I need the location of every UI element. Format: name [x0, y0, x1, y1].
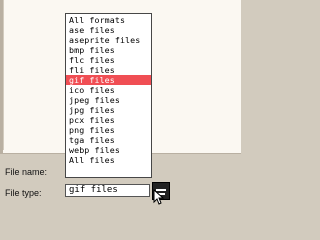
- option-bmp-files[interactable]: bmp files: [66, 45, 151, 55]
- option-gif-files[interactable]: gif files: [66, 75, 151, 85]
- option-fli-files[interactable]: fli files: [66, 65, 151, 75]
- file-type-value[interactable]: gif files: [65, 184, 150, 197]
- option-png-files[interactable]: png files: [66, 125, 151, 135]
- option-jpg-files[interactable]: jpg files: [66, 105, 151, 115]
- file-type-value-text: gif files: [69, 185, 118, 195]
- option-all-formats[interactable]: All formats: [66, 15, 151, 25]
- option-flc-files[interactable]: flc files: [66, 55, 151, 65]
- option-all-files[interactable]: All files: [66, 155, 151, 165]
- option-pcx-files[interactable]: pcx files: [66, 115, 151, 125]
- file-name-label: File name:: [5, 167, 48, 177]
- file-type-dropdown[interactable]: All formats ase files aseprite files bmp…: [65, 13, 152, 178]
- option-ico-files[interactable]: ico files: [66, 85, 151, 95]
- file-type-label: File type:: [5, 188, 42, 198]
- option-webp-files[interactable]: webp files: [66, 145, 151, 155]
- option-tga-files[interactable]: tga files: [66, 135, 151, 145]
- option-aseprite-files[interactable]: aseprite files: [66, 35, 151, 45]
- mouse-pointer-icon: [153, 189, 164, 205]
- left-rail: [3, 0, 4, 150]
- option-ase-files[interactable]: ase files: [66, 25, 151, 35]
- option-jpeg-files[interactable]: jpeg files: [66, 95, 151, 105]
